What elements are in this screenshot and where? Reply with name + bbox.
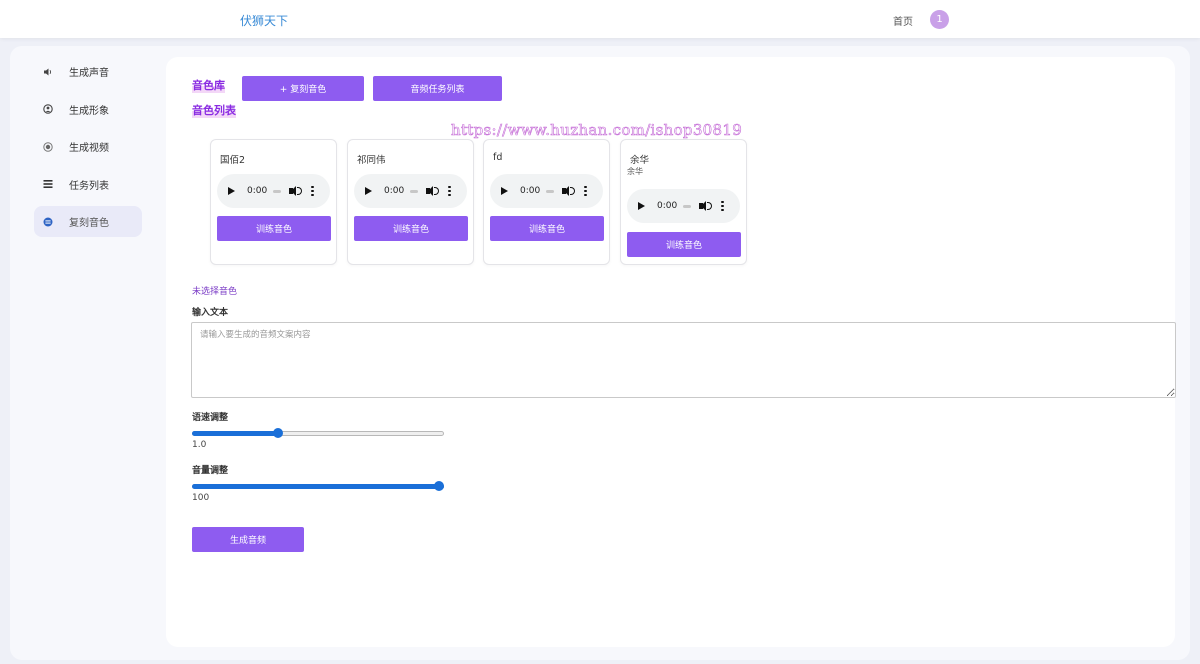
- more-options-icon[interactable]: [311, 185, 314, 197]
- slider-fill: [192, 431, 278, 436]
- audio-progress-bar[interactable]: [546, 189, 555, 193]
- voice-card[interactable]: 祁同伟 0:00 训练音色: [347, 139, 474, 265]
- sidebar-item-generate-voice[interactable]: 生成声音: [34, 56, 142, 87]
- play-icon[interactable]: [501, 187, 508, 195]
- avatar[interactable]: 1: [930, 10, 949, 29]
- voice-subtitle: 余华: [627, 167, 643, 176]
- sidebar: 生成声音 生成形象 生成视频 任务列表 复刻音色: [34, 56, 142, 244]
- audio-progress-bar[interactable]: [683, 204, 692, 208]
- play-icon[interactable]: [365, 187, 372, 195]
- clone-voice-button[interactable]: + 复刻音色: [242, 76, 364, 101]
- sidebar-item-label: 生成视频: [69, 143, 109, 154]
- selected-voice-status: 未选择音色: [192, 287, 238, 297]
- train-voice-button[interactable]: 训练音色: [627, 232, 741, 257]
- slider-thumb[interactable]: [434, 481, 444, 491]
- voice-name: 余华: [630, 155, 650, 166]
- nav-home-link[interactable]: 首页: [893, 13, 913, 28]
- play-icon[interactable]: [638, 202, 645, 210]
- volume-icon[interactable]: [562, 185, 576, 197]
- audio-time: 0:00: [247, 186, 268, 196]
- voice-card[interactable]: 余华 余华 0:00 训练音色: [620, 139, 747, 265]
- top-bar: 伏狮天下 首页 1: [0, 0, 1200, 38]
- speaker-icon: [42, 66, 54, 78]
- volume-value: 100: [192, 493, 210, 503]
- volume-icon[interactable]: [289, 185, 303, 197]
- audio-time: 0:00: [384, 186, 405, 196]
- voice-name: 国佰2: [220, 155, 246, 166]
- generate-audio-button[interactable]: 生成音频: [192, 527, 304, 552]
- train-voice-button[interactable]: 训练音色: [490, 216, 604, 241]
- user-circle-icon: [42, 103, 54, 115]
- audio-player[interactable]: 0:00: [490, 174, 603, 208]
- voice-circle-icon: [42, 216, 54, 228]
- audio-player[interactable]: 0:00: [627, 189, 740, 223]
- record-icon: [42, 141, 54, 153]
- sidebar-item-label: 任务列表: [69, 180, 109, 192]
- train-voice-button[interactable]: 训练音色: [354, 216, 468, 241]
- voice-library-title: 音色库: [192, 77, 225, 93]
- text-input[interactable]: [191, 322, 1176, 398]
- volume-icon[interactable]: [699, 200, 713, 212]
- voice-name: fd: [493, 152, 503, 163]
- volume-icon[interactable]: [426, 185, 440, 197]
- sidebar-item-label: 复刻音色: [69, 218, 109, 229]
- audio-player[interactable]: 0:00: [354, 174, 467, 208]
- sidebar-item-generate-avatar[interactable]: 生成形象: [34, 94, 142, 125]
- voice-name: 祁同伟: [357, 155, 386, 166]
- volume-slider[interactable]: [192, 480, 444, 492]
- voice-card[interactable]: 国佰2 0:00 训练音色: [210, 139, 337, 265]
- audio-progress-bar[interactable]: [273, 189, 282, 193]
- audio-time: 0:00: [520, 186, 541, 196]
- sidebar-item-task-list[interactable]: 任务列表: [34, 169, 142, 200]
- audio-player[interactable]: 0:00: [217, 174, 330, 208]
- audio-task-list-button[interactable]: 音频任务列表: [373, 76, 502, 101]
- slider-thumb[interactable]: [272, 428, 283, 438]
- watermark-text: https://www.huzhan.com/ishop30819: [451, 121, 743, 140]
- speed-slider[interactable]: [192, 427, 444, 439]
- slider-fill: [192, 484, 444, 489]
- sidebar-item-label: 生成形象: [69, 105, 109, 117]
- list-icon: [42, 178, 54, 190]
- sidebar-item-generate-video[interactable]: 生成视频: [34, 131, 142, 162]
- speed-label: 语速调整: [192, 413, 229, 423]
- speed-value: 1.0: [192, 440, 207, 450]
- train-voice-button[interactable]: 训练音色: [217, 216, 331, 241]
- sidebar-item-label: 生成声音: [69, 68, 109, 79]
- play-icon[interactable]: [228, 187, 235, 195]
- voice-card[interactable]: fd 0:00 训练音色: [483, 139, 610, 265]
- input-text-label: 输入文本: [192, 308, 229, 318]
- brand-title[interactable]: 伏狮天下: [240, 12, 288, 29]
- voice-list-title: 音色列表: [192, 102, 236, 118]
- volume-label: 音量调整: [192, 466, 229, 476]
- sidebar-item-clone-voice[interactable]: 复刻音色: [34, 206, 142, 237]
- audio-time: 0:00: [657, 201, 678, 211]
- audio-progress-bar[interactable]: [410, 189, 419, 193]
- more-options-icon[interactable]: [721, 200, 724, 212]
- more-options-icon[interactable]: [448, 185, 451, 197]
- more-options-icon[interactable]: [584, 185, 587, 197]
